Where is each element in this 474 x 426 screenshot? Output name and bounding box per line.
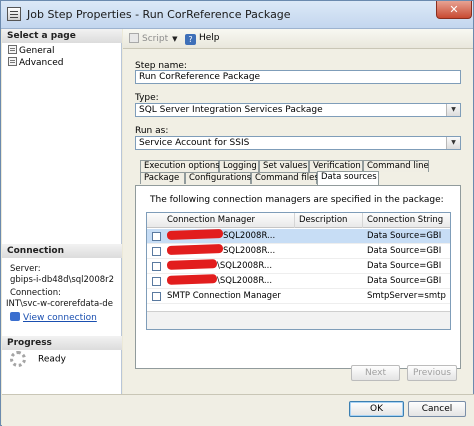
toolbar: Script ▼ ? Help [123, 29, 473, 49]
connection-manager-name: SQL2008R... [223, 231, 276, 241]
help-label: Help [199, 33, 220, 43]
cancel-button[interactable]: Cancel [408, 401, 466, 417]
panel-description: The following connection managers are sp… [150, 195, 444, 205]
connection-manager-cell: SQL2008R... [167, 244, 295, 259]
column-description[interactable]: Description [295, 213, 363, 228]
progress-status-text: Ready [38, 354, 66, 365]
script-button[interactable]: Script ▼ [129, 33, 178, 44]
server-value: gbips-i-db48d\sql2008r2 [10, 275, 115, 285]
tab-data-sources[interactable]: Data sources [317, 171, 379, 185]
description-cell [299, 229, 361, 244]
window-icon [7, 7, 21, 21]
script-label: Script [142, 34, 169, 44]
next-button[interactable]: Next [351, 365, 400, 381]
previous-button[interactable]: Previous [407, 365, 457, 381]
table-row[interactable]: SMTP Connection Manager SmtpServer=smtp [147, 289, 450, 304]
connection-string-cell: Data Source=GBI [367, 276, 442, 286]
grid-empty-area [147, 311, 450, 329]
connection-manager-name: \SQL2008R... [217, 261, 273, 271]
redaction-mark [167, 229, 224, 240]
row-checkbox[interactable] [152, 277, 161, 286]
server-label: Server: [10, 264, 41, 274]
connection-header: Connection [2, 244, 122, 258]
connection-manager-cell: SQL2008R... [167, 229, 295, 244]
tab-package[interactable]: Package [140, 172, 185, 184]
connection-manager-name: \SQL2008R... [217, 276, 273, 286]
connection-string-cell: Data Source=GBI [367, 246, 442, 256]
description-cell [299, 259, 361, 274]
connection-managers-grid: Connection Manager Description Connectio… [146, 212, 451, 330]
progress-spinner-icon [10, 351, 26, 367]
connection-label: Connection: [10, 288, 61, 298]
connection-string-cell: SmtpServer=smtp [367, 291, 446, 301]
close-button[interactable]: ✕ [436, 1, 472, 19]
view-connection-label: View connection [23, 313, 97, 323]
connection-manager-cell: \SQL2008R... [167, 274, 295, 289]
page-item-general[interactable]: General [8, 45, 54, 56]
row-checkbox[interactable] [152, 232, 161, 241]
page-icon [8, 45, 17, 54]
row-checkbox[interactable] [152, 292, 161, 301]
tab-execution-options[interactable]: Execution options [140, 160, 220, 172]
table-row[interactable]: \SQL2008R... Data Source=GBI [147, 259, 450, 274]
redaction-mark [167, 259, 218, 270]
page-item-label: General [19, 46, 55, 56]
description-cell [299, 274, 361, 289]
chevron-down-icon[interactable]: ▼ [172, 35, 177, 43]
dialog-footer: OK Cancel [2, 394, 474, 426]
connection-string-cell: Data Source=GBI [367, 261, 442, 271]
connection-properties-icon [10, 312, 20, 321]
redaction-mark [167, 244, 224, 255]
grid-header: Connection Manager Description Connectio… [147, 213, 450, 228]
row-checkbox[interactable] [152, 247, 161, 256]
connection-manager-name: SQL2008R... [223, 246, 276, 256]
tab-configurations[interactable]: Configurations [185, 172, 251, 184]
window-title: Job Step Properties - Run CorReference P… [27, 8, 291, 21]
page-item-advanced[interactable]: Advanced [8, 57, 63, 68]
type-label: Type: [135, 93, 159, 103]
step-name-input[interactable]: Run CorReference Package [135, 70, 461, 84]
tab-logging[interactable]: Logging [219, 160, 259, 172]
column-connection-string[interactable]: Connection String [363, 213, 450, 228]
table-row[interactable]: SQL2008R... Data Source=GBI [147, 229, 450, 244]
connection-manager-cell: SMTP Connection Manager [167, 291, 281, 301]
redaction-mark [167, 274, 218, 285]
right-pane: Script ▼ ? Help Step name: Run CorReferenc… [123, 29, 473, 394]
table-row[interactable]: \SQL2008R... Data Source=GBI [147, 274, 450, 289]
connection-value: INT\svc-w-corerefdata-de [6, 299, 113, 309]
run-as-label: Run as: [135, 126, 169, 136]
title-bar[interactable]: Job Step Properties - Run CorReference P… [1, 1, 473, 29]
chevron-down-icon[interactable]: ▼ [446, 137, 460, 149]
page-item-label: Advanced [19, 58, 64, 68]
chevron-down-icon[interactable]: ▼ [446, 104, 460, 116]
run-as-select[interactable]: Service Account for SSIS ▼ [135, 136, 461, 150]
data-sources-panel: The following connection managers are sp… [135, 185, 461, 369]
script-icon [129, 33, 139, 43]
help-button[interactable]: ? Help [185, 33, 220, 45]
page-icon [8, 57, 17, 66]
connection-string-cell: Data Source=GBI [367, 231, 442, 241]
column-connection-manager[interactable]: Connection Manager [147, 213, 295, 228]
tab-set-values[interactable]: Set values [259, 160, 309, 172]
type-select[interactable]: SQL Server Integration Services Package … [135, 103, 461, 117]
description-cell [299, 244, 361, 259]
tab-command-files[interactable]: Command files [251, 172, 319, 184]
description-cell [299, 289, 361, 304]
select-page-header: Select a page [2, 29, 122, 43]
job-step-properties-window: Job Step Properties - Run CorReference P… [0, 0, 474, 426]
left-pane: Select a page General Advanced Connectio… [2, 29, 122, 394]
connection-manager-cell: \SQL2008R... [167, 259, 295, 274]
row-checkbox[interactable] [152, 262, 161, 271]
view-connection-link[interactable]: View connection [10, 312, 97, 323]
run-as-value: Service Account for SSIS [139, 138, 250, 148]
ok-button[interactable]: OK [349, 401, 404, 417]
table-row[interactable]: SQL2008R... Data Source=GBI [147, 244, 450, 259]
progress-status: Ready [10, 351, 66, 367]
progress-header: Progress [2, 336, 122, 350]
type-value: SQL Server Integration Services Package [139, 105, 323, 115]
help-icon: ? [185, 34, 196, 45]
